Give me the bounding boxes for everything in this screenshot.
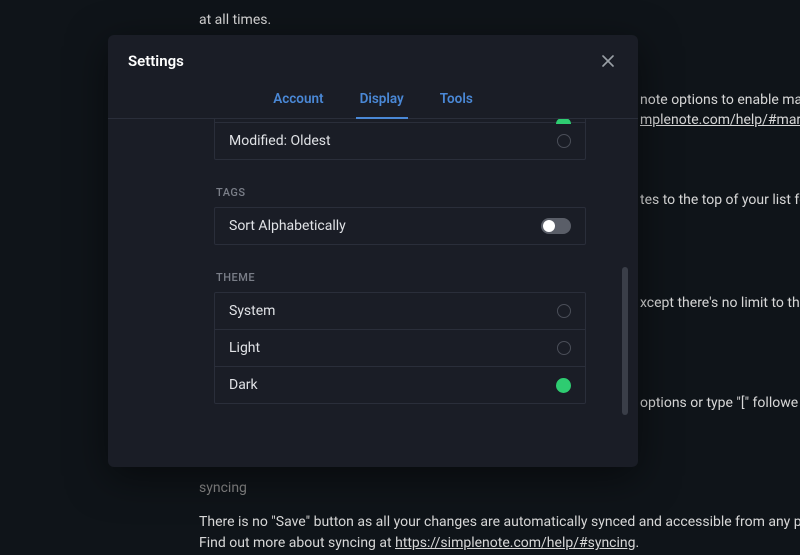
bg-line: There is no "Save" button as all your ch… bbox=[199, 512, 800, 533]
tab-display[interactable]: Display bbox=[356, 83, 408, 119]
radio-icon bbox=[557, 304, 571, 318]
bg-line: syncing bbox=[199, 478, 247, 499]
bg-line: tes to the top of your list fo bbox=[640, 190, 800, 211]
close-icon bbox=[602, 55, 614, 67]
bg-line: mplenote.com/help/#marko bbox=[640, 110, 800, 131]
radio-icon bbox=[557, 134, 571, 148]
theme-option-dark[interactable]: Dark bbox=[215, 367, 585, 403]
radio-icon bbox=[557, 341, 571, 355]
radio-selected-icon bbox=[556, 119, 571, 124]
option-label: Light bbox=[229, 340, 260, 356]
section-theme-label: Theme bbox=[216, 271, 586, 284]
tags-option-group: Sort Alphabetically bbox=[214, 207, 586, 245]
tabs: Account Display Tools bbox=[108, 83, 638, 119]
theme-option-system[interactable]: System bbox=[215, 293, 585, 330]
section-tags-label: Tags bbox=[216, 186, 586, 199]
settings-modal: Settings Account Display Tools Modified:… bbox=[108, 35, 638, 467]
theme-option-light[interactable]: Light bbox=[215, 330, 585, 367]
sort-option-modified-oldest[interactable]: Modified: Oldest bbox=[215, 123, 585, 159]
bg-line: note options to enable mar bbox=[640, 90, 800, 111]
close-button[interactable] bbox=[598, 51, 618, 71]
modal-title: Settings bbox=[128, 52, 184, 70]
modal-header: Settings bbox=[108, 35, 638, 83]
syncing-help-link[interactable]: https://simplenote.com/help/#syncing bbox=[395, 535, 635, 551]
option-label: Dark bbox=[229, 377, 258, 393]
tags-sort-alpha-row[interactable]: Sort Alphabetically bbox=[215, 208, 585, 244]
bg-line: Find out more about syncing at https://s… bbox=[199, 533, 639, 554]
sort-option-cut bbox=[215, 119, 585, 123]
sort-option-group: Modified: Oldest bbox=[214, 119, 586, 160]
bg-line: xcept there's no limit to the bbox=[640, 293, 800, 314]
radio-selected-icon bbox=[556, 378, 571, 393]
tab-tools[interactable]: Tools bbox=[436, 83, 477, 119]
theme-option-group: System Light Dark bbox=[214, 292, 586, 404]
bg-link[interactable]: mplenote.com/help/#marko bbox=[640, 112, 800, 128]
scrollbar-thumb[interactable] bbox=[622, 267, 628, 415]
option-label: Modified: Oldest bbox=[229, 133, 331, 149]
toggle-off-icon[interactable] bbox=[541, 218, 571, 234]
bg-line: options or type "[" followe bbox=[640, 393, 798, 414]
modal-body: Modified: Oldest Tags Sort Alphabeticall… bbox=[108, 119, 638, 467]
option-label: System bbox=[229, 303, 275, 319]
option-label: Sort Alphabetically bbox=[229, 218, 346, 234]
tab-account[interactable]: Account bbox=[269, 83, 327, 119]
bg-line: at all times. bbox=[199, 10, 271, 31]
